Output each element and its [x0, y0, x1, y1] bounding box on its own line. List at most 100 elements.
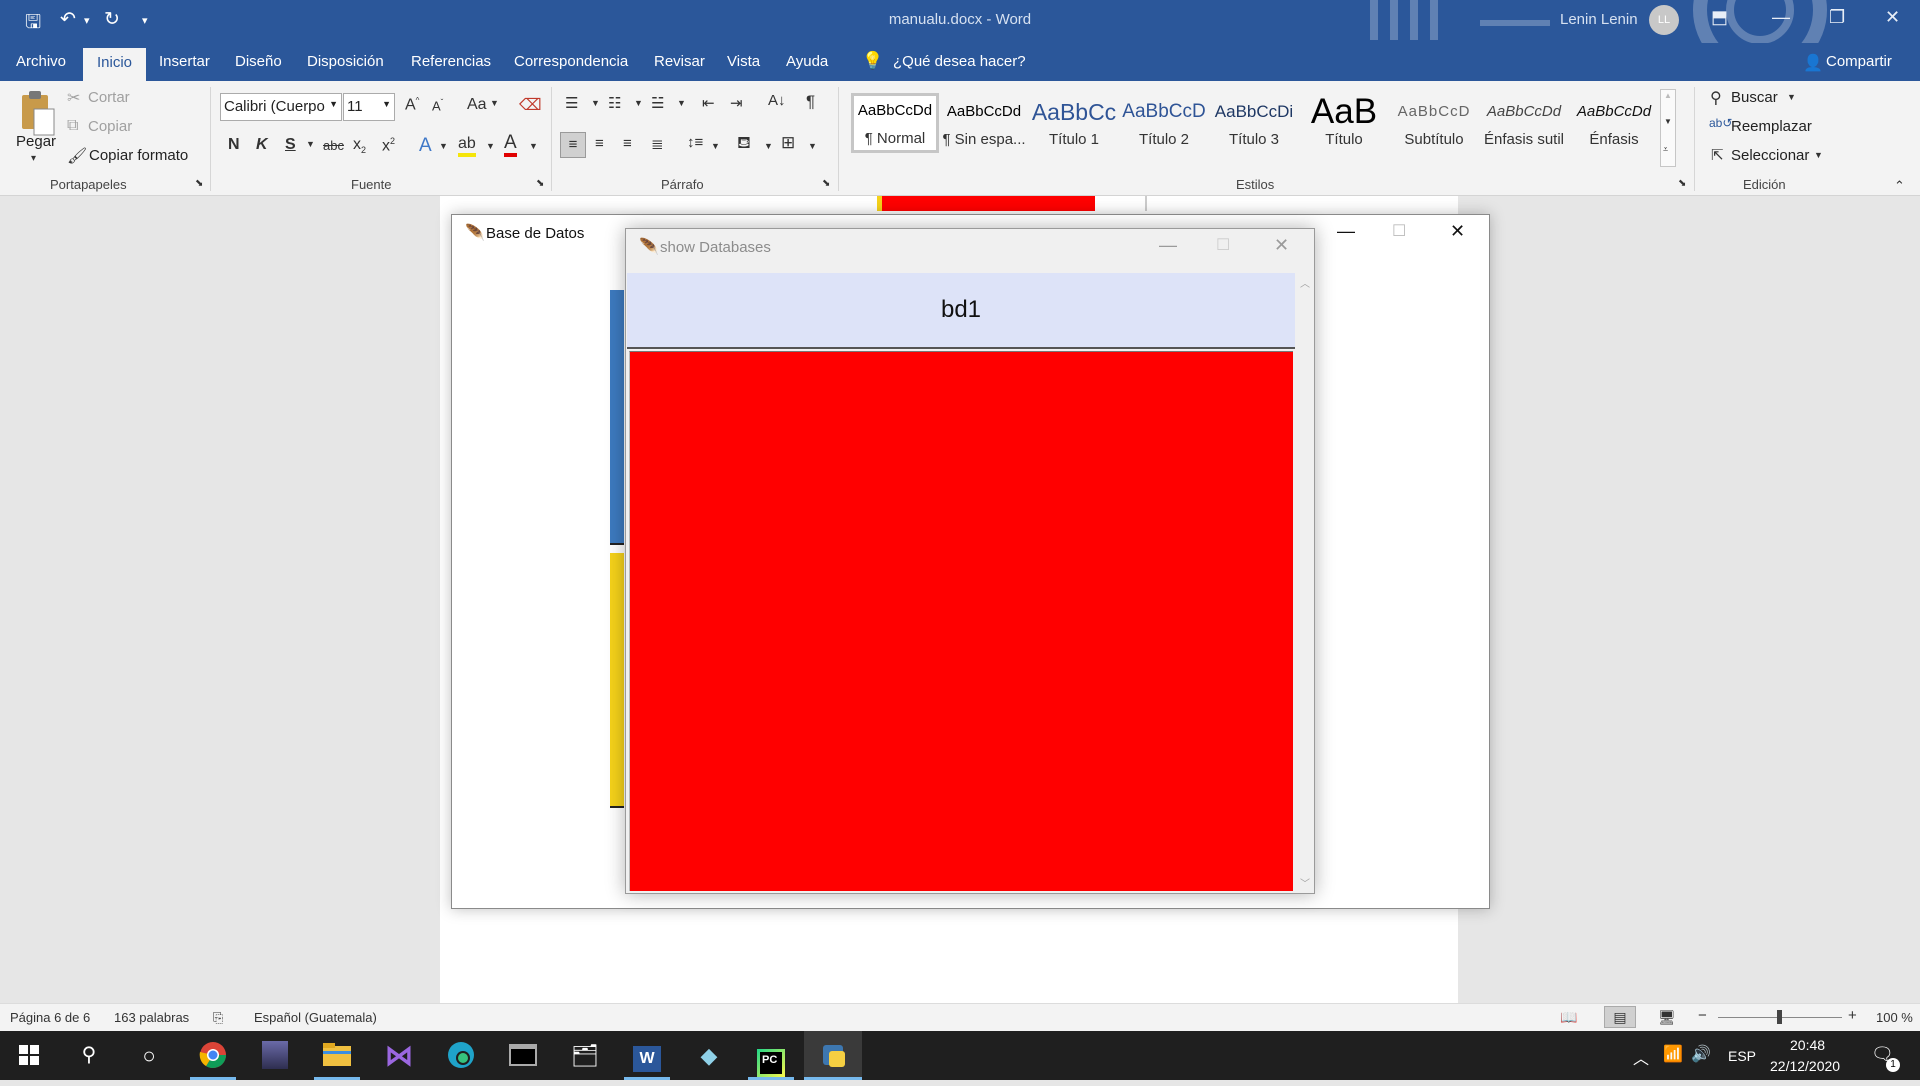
- format-painter-button[interactable]: Copiar formato: [89, 147, 188, 164]
- share-button[interactable]: Compartir: [1826, 53, 1892, 70]
- chevron-down-icon[interactable]: ▼: [529, 141, 538, 151]
- pycharm-icon[interactable]: PC: [742, 1031, 800, 1080]
- strikethrough-button[interactable]: abc: [323, 138, 344, 153]
- chevron-down-icon[interactable]: ▼: [486, 141, 495, 151]
- page-count[interactable]: Página 6 de 6: [10, 1010, 90, 1025]
- tab-ayuda[interactable]: Ayuda: [786, 53, 828, 70]
- text-effects-icon[interactable]: A: [419, 135, 432, 157]
- chevron-down-icon[interactable]: ▼: [439, 141, 448, 151]
- style-enfasis[interactable]: AaBbCcDd Énfasis: [1570, 97, 1658, 157]
- style-titulo-2[interactable]: AaBbCcD Título 2: [1120, 97, 1208, 157]
- search-icon[interactable]: ⚲: [60, 1031, 118, 1080]
- close-icon[interactable]: ✕: [1885, 7, 1900, 28]
- copy-button[interactable]: Copiar: [88, 118, 132, 135]
- numbering-icon[interactable]: ☷: [608, 94, 621, 112]
- tab-diseno[interactable]: Diseño: [235, 53, 282, 70]
- style-enfasis-sutil[interactable]: AaBbCcDd Énfasis sutil: [1480, 97, 1568, 157]
- grow-font-icon[interactable]: A^: [405, 96, 419, 114]
- chevron-down-icon[interactable]: ▼: [677, 98, 686, 108]
- chevron-down-icon[interactable]: ▼: [634, 98, 643, 108]
- tab-disposicion[interactable]: Disposición: [307, 53, 384, 70]
- minimize-icon[interactable]: —: [1159, 235, 1177, 256]
- zoom-in-icon[interactable]: +: [1848, 1007, 1857, 1024]
- chevron-up-icon[interactable]: ︿: [1633, 1045, 1649, 1069]
- tab-inicio[interactable]: Inicio: [83, 48, 147, 81]
- replace-button[interactable]: Reemplazar: [1731, 118, 1812, 135]
- tell-me-search[interactable]: ¿Qué desea hacer?: [893, 53, 1026, 70]
- tab-insertar[interactable]: Insertar: [159, 53, 210, 70]
- chevron-down-icon[interactable]: ▼: [808, 141, 817, 151]
- select-button[interactable]: Seleccionar: [1731, 147, 1809, 164]
- clock-date[interactable]: 22/12/2020: [1770, 1058, 1840, 1074]
- python-icon[interactable]: [804, 1031, 862, 1080]
- justify-icon[interactable]: ≣: [651, 135, 664, 153]
- bold-button[interactable]: N: [228, 136, 240, 154]
- font-size-select[interactable]: 11 ▼: [343, 93, 395, 121]
- close-icon[interactable]: ✕: [1450, 221, 1465, 242]
- chevron-down-icon[interactable]: ▼: [1814, 150, 1823, 160]
- styles-scroll[interactable]: ▲ ▼ ⩡: [1660, 89, 1676, 167]
- tab-referencias[interactable]: Referencias: [411, 53, 491, 70]
- paste-icon[interactable]: [18, 89, 56, 137]
- underline-button[interactable]: S: [285, 136, 296, 154]
- font-color-icon[interactable]: A: [504, 133, 517, 157]
- shrink-font-icon[interactable]: Aˇ: [432, 98, 443, 113]
- show-databases-window[interactable]: 🪶 show Databases — ☐ ✕ bd1 ︿ ﹀: [625, 228, 1315, 894]
- sort-icon[interactable]: A↓: [768, 92, 786, 109]
- styles-more-icon[interactable]: ⩡: [1663, 144, 1668, 155]
- cortana-icon[interactable]: ○: [120, 1031, 178, 1080]
- chevron-up-icon[interactable]: ▲: [1664, 91, 1672, 100]
- chevron-down-icon[interactable]: ▼: [490, 98, 499, 108]
- paste-dropdown-icon[interactable]: ▾: [31, 153, 36, 164]
- minimize-icon[interactable]: —: [1337, 221, 1355, 242]
- vertical-scrollbar[interactable]: ︿ ﹀: [1297, 273, 1314, 891]
- multilevel-list-icon[interactable]: ☱: [651, 94, 664, 112]
- style-titulo-3[interactable]: AaBbCcDi Título 3: [1210, 97, 1298, 157]
- windows-start-icon[interactable]: [0, 1031, 58, 1080]
- language[interactable]: Español (Guatemala): [254, 1010, 377, 1025]
- avatar[interactable]: LL: [1649, 5, 1679, 35]
- shading-icon[interactable]: ⛾: [737, 133, 751, 155]
- borders-icon[interactable]: ⊞: [781, 133, 795, 153]
- styles-launcher-icon[interactable]: ⬊: [1678, 178, 1686, 189]
- paste-label[interactable]: Pegar: [16, 133, 56, 150]
- zoom-out-icon[interactable]: −: [1698, 1007, 1707, 1024]
- proofing-icon[interactable]: ⎘: [213, 1010, 223, 1026]
- edge-icon[interactable]: [432, 1031, 490, 1080]
- italic-button[interactable]: K: [256, 136, 268, 154]
- subscript-icon[interactable]: x2: [353, 136, 366, 155]
- file-explorer-icon[interactable]: [308, 1031, 366, 1080]
- style-sin-espaciado[interactable]: AaBbCcDd ¶ Sin espa...: [940, 97, 1028, 157]
- chevron-down-icon[interactable]: ▼: [591, 98, 600, 108]
- find-button[interactable]: Buscar: [1731, 89, 1778, 106]
- volume-icon[interactable]: 🔊: [1691, 1044, 1711, 1064]
- maximize-icon[interactable]: ☐: [1216, 235, 1230, 255]
- maximize-icon[interactable]: ☐: [1392, 221, 1406, 241]
- style-titulo[interactable]: AaB Título: [1300, 97, 1388, 157]
- app-icon-2[interactable]: ◆: [680, 1031, 738, 1080]
- highlight-icon[interactable]: ab: [458, 135, 476, 157]
- app-icon[interactable]: 🗂: [556, 1031, 614, 1080]
- clear-formatting-icon[interactable]: ⌫: [519, 95, 542, 115]
- style-subtitulo[interactable]: AaBbCcD Subtítulo: [1390, 97, 1478, 157]
- zoom-thumb[interactable]: [1777, 1010, 1782, 1024]
- read-mode-icon[interactable]: 📖: [1560, 1009, 1577, 1026]
- increase-indent-icon[interactable]: ⇥: [730, 94, 743, 112]
- word-icon[interactable]: W: [618, 1031, 676, 1080]
- input-language[interactable]: ESP: [1728, 1048, 1756, 1064]
- network-icon[interactable]: 📶: [1663, 1044, 1683, 1064]
- chevron-down-icon[interactable]: ▼: [306, 139, 315, 149]
- paragraph-launcher-icon[interactable]: ⬊: [822, 178, 830, 189]
- line-spacing-icon[interactable]: ↕≡: [687, 134, 703, 151]
- print-layout-icon[interactable]: ▤: [1604, 1006, 1636, 1028]
- font-launcher-icon[interactable]: ⬊: [536, 178, 544, 189]
- web-layout-icon[interactable]: 🖥: [1658, 1009, 1676, 1026]
- align-center-icon[interactable]: ≡: [595, 135, 604, 152]
- clock-time[interactable]: 20:48: [1790, 1037, 1825, 1053]
- close-icon[interactable]: ✕: [1274, 235, 1289, 256]
- zoom-level[interactable]: 100 %: [1876, 1010, 1913, 1025]
- database-header[interactable]: bd1: [627, 273, 1295, 349]
- restore-icon[interactable]: ❐: [1829, 7, 1845, 28]
- style-titulo-1[interactable]: AaBbCc Título 1: [1030, 97, 1118, 157]
- tab-vista[interactable]: Vista: [727, 53, 760, 70]
